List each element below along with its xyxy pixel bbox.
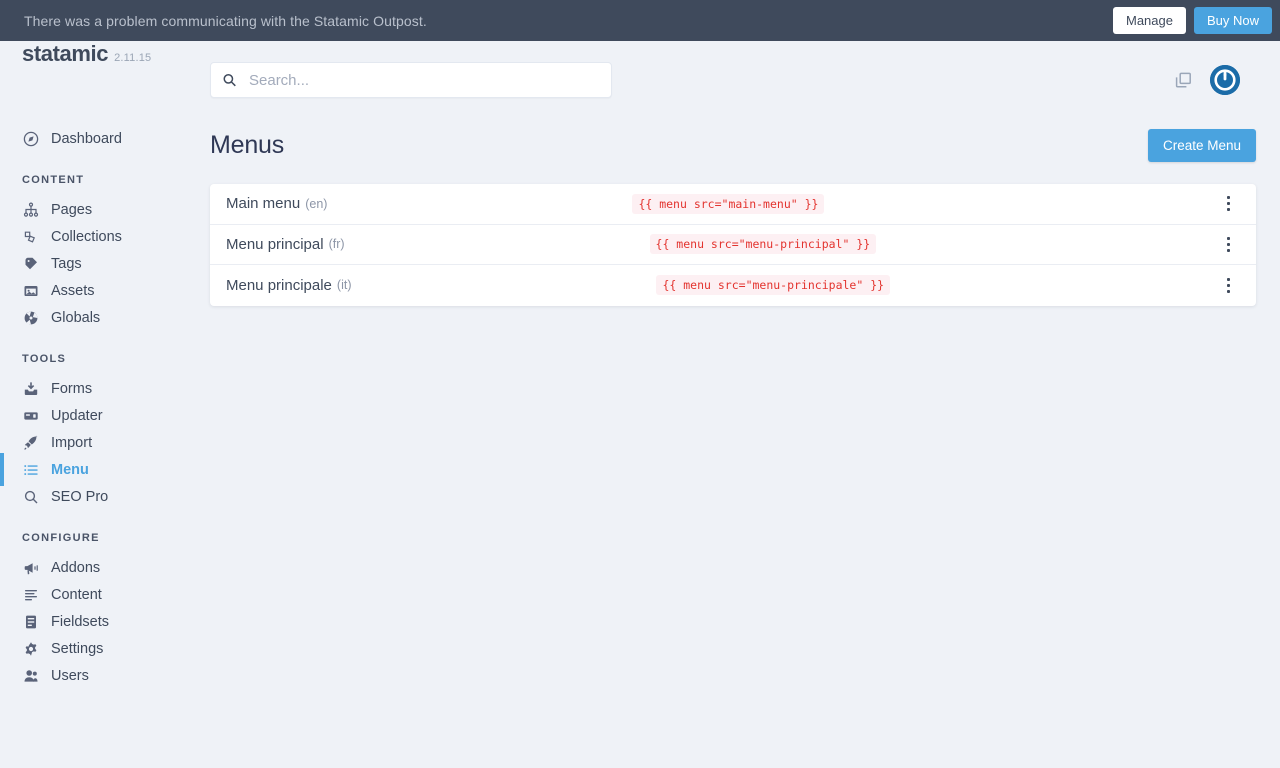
search-input[interactable] [210, 62, 612, 98]
outpost-notification-bar: There was a problem communicating with t… [0, 0, 1280, 41]
dots-vertical-icon [1227, 237, 1230, 252]
fieldset-icon [22, 613, 39, 630]
sidebar: statamic 2.11.15 Dashboard CONTENT [0, 41, 210, 768]
brand-version: 2.11.15 [114, 52, 151, 64]
sidebar-item-label: Updater [51, 408, 103, 424]
sidebar-item-label: SEO Pro [51, 489, 108, 505]
search-icon [222, 73, 237, 88]
sidebar-nav: Dashboard CONTENT Pages [0, 119, 210, 689]
menu-tag-snippet[interactable]: {{ menu src="main-menu" }} [632, 194, 824, 214]
sidebar-section-configure: CONFIGURE [0, 510, 210, 554]
brand-name: statamic [22, 41, 108, 67]
sidebar-item-label: Users [51, 668, 89, 684]
sidebar-item-label: Fieldsets [51, 614, 109, 630]
collections-icon [22, 228, 39, 245]
page-header: Menus Create Menu [210, 119, 1256, 184]
image-icon [22, 282, 39, 299]
sidebar-item-updater[interactable]: Updater [0, 402, 210, 429]
sidebar-item-content[interactable]: Content [0, 581, 210, 608]
sidebar-item-menu[interactable]: Menu [0, 456, 210, 483]
buy-now-button[interactable]: Buy Now [1194, 7, 1272, 35]
card-icon [22, 407, 39, 424]
gear-icon [22, 640, 39, 657]
sidebar-item-label: Assets [51, 283, 95, 299]
sidebar-item-label: Content [51, 587, 102, 603]
sidebar-item-label: Addons [51, 560, 100, 576]
sidebar-item-label: Tags [51, 256, 82, 272]
manage-button[interactable]: Manage [1113, 7, 1186, 35]
globe-icon [22, 309, 39, 326]
sidebar-item-settings[interactable]: Settings [0, 635, 210, 662]
sidebar-item-forms[interactable]: Forms [0, 375, 210, 402]
global-search [210, 62, 612, 98]
page-title: Menus [210, 131, 284, 160]
menu-code-cell: {{ menu src="menu-principal" }} [650, 234, 1206, 254]
dots-vertical-icon [1227, 278, 1230, 293]
table-row[interactable]: Menu principale (it) {{ menu src="menu-p… [210, 265, 1256, 306]
sidebar-item-globals[interactable]: Globals [0, 304, 210, 331]
menu-code-cell: {{ menu src="main-menu" }} [632, 194, 1206, 214]
menu-locale: (en) [305, 197, 327, 211]
menu-locale: (it) [337, 278, 352, 292]
sidebar-item-label: Import [51, 435, 92, 451]
avatar[interactable] [1210, 65, 1240, 95]
sidebar-item-label: Dashboard [51, 131, 122, 147]
menu-title: Menu principale [226, 277, 332, 294]
sidebar-item-label: Forms [51, 381, 92, 397]
menu-title: Main menu [226, 195, 300, 212]
dots-vertical-icon [1227, 196, 1230, 211]
sidebar-item-label: Collections [51, 229, 122, 245]
table-row[interactable]: Menu principal (fr) {{ menu src="menu-pr… [210, 225, 1256, 266]
create-menu-button[interactable]: Create Menu [1148, 129, 1256, 162]
outpost-message: There was a problem communicating with t… [24, 13, 1113, 29]
row-options-button[interactable] [1206, 278, 1250, 293]
sidebar-item-addons[interactable]: Addons [0, 554, 210, 581]
sidebar-item-users[interactable]: Users [0, 662, 210, 689]
row-options-button[interactable] [1206, 237, 1250, 252]
sidebar-item-dashboard[interactable]: Dashboard [0, 125, 210, 152]
compass-icon [22, 130, 39, 147]
menus-list: Main menu (en) {{ menu src="main-menu" }… [210, 184, 1256, 306]
sidebar-item-assets[interactable]: Assets [0, 277, 210, 304]
text-lines-icon [22, 586, 39, 603]
menu-tag-snippet[interactable]: {{ menu src="menu-principale" }} [656, 275, 890, 295]
sidebar-item-label: Globals [51, 310, 100, 326]
sidebar-item-fieldsets[interactable]: Fieldsets [0, 608, 210, 635]
sidebar-item-tags[interactable]: Tags [0, 250, 210, 277]
sidebar-item-pages[interactable]: Pages [0, 196, 210, 223]
sidebar-item-import[interactable]: Import [0, 429, 210, 456]
topbar-actions [1175, 65, 1256, 95]
sidebar-item-label: Menu [51, 462, 89, 478]
menu-locale: (fr) [329, 237, 345, 251]
list-icon [22, 461, 39, 478]
windows-icon[interactable] [1175, 72, 1192, 89]
sidebar-item-label: Settings [51, 641, 103, 657]
table-row[interactable]: Main menu (en) {{ menu src="main-menu" }… [210, 184, 1256, 225]
menu-tag-snippet[interactable]: {{ menu src="menu-principal" }} [650, 234, 877, 254]
sidebar-item-seo-pro[interactable]: SEO Pro [0, 483, 210, 510]
main-content: Menus Create Menu Main menu (en) {{ menu… [210, 41, 1280, 768]
brand-logo[interactable]: statamic 2.11.15 [0, 41, 210, 119]
menu-code-cell: {{ menu src="menu-principale" }} [656, 275, 1206, 295]
magnifier-icon [22, 488, 39, 505]
app-shell: statamic 2.11.15 Dashboard CONTENT [0, 41, 1280, 768]
outpost-actions: Manage Buy Now [1113, 7, 1272, 35]
sidebar-section-content: CONTENT [0, 152, 210, 196]
topbar [210, 41, 1256, 119]
users-icon [22, 667, 39, 684]
tag-icon [22, 255, 39, 272]
inbox-download-icon [22, 380, 39, 397]
menu-title: Menu principal [226, 236, 324, 253]
sidebar-item-label: Pages [51, 202, 92, 218]
megaphone-icon [22, 559, 39, 576]
row-options-button[interactable] [1206, 196, 1250, 211]
sitemap-icon [22, 201, 39, 218]
sidebar-section-tools: TOOLS [0, 331, 210, 375]
sidebar-item-collections[interactable]: Collections [0, 223, 210, 250]
rocket-icon [22, 434, 39, 451]
